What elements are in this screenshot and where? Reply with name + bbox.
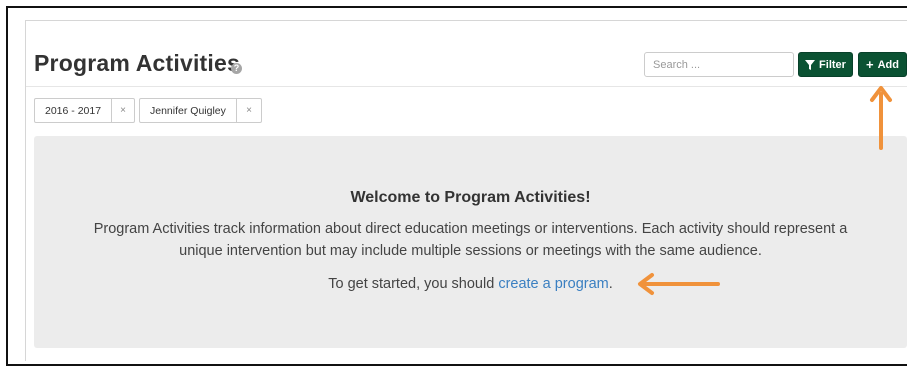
arrow-left-icon — [638, 273, 720, 295]
add-button-label: Add — [877, 58, 899, 71]
cta-suffix: . — [608, 276, 613, 292]
funnel-icon — [805, 59, 816, 70]
filter-button[interactable]: Filter — [798, 52, 853, 77]
filter-chip-label: Jennifer Quigley — [150, 104, 226, 117]
cta-prefix: To get started, you should — [328, 276, 499, 292]
welcome-title: Welcome to Program Activities! — [350, 189, 591, 206]
plus-icon: + — [866, 57, 874, 72]
add-button[interactable]: + Add — [858, 52, 907, 77]
welcome-description: Program Activities track information abo… — [93, 221, 848, 259]
welcome-panel: Welcome to Program Activities! Program A… — [34, 136, 907, 348]
filter-button-label: Filter — [819, 58, 846, 71]
help-icon[interactable]: ? — [231, 63, 242, 74]
welcome-cta: To get started, you should create a prog… — [34, 276, 907, 292]
filter-chip-user: Jennifer Quigley × — [139, 98, 262, 123]
filter-chip-year: 2016 - 2017 × — [34, 98, 135, 123]
close-icon[interactable]: × — [111, 99, 134, 122]
close-icon[interactable]: × — [236, 99, 261, 122]
header-divider — [26, 86, 907, 87]
filter-chip-label: 2016 - 2017 — [45, 104, 102, 117]
arrow-up-icon — [870, 86, 892, 150]
create-program-link[interactable]: create a program — [498, 276, 608, 292]
search-input[interactable] — [644, 52, 794, 77]
page-title: Program Activities — [34, 50, 240, 76]
